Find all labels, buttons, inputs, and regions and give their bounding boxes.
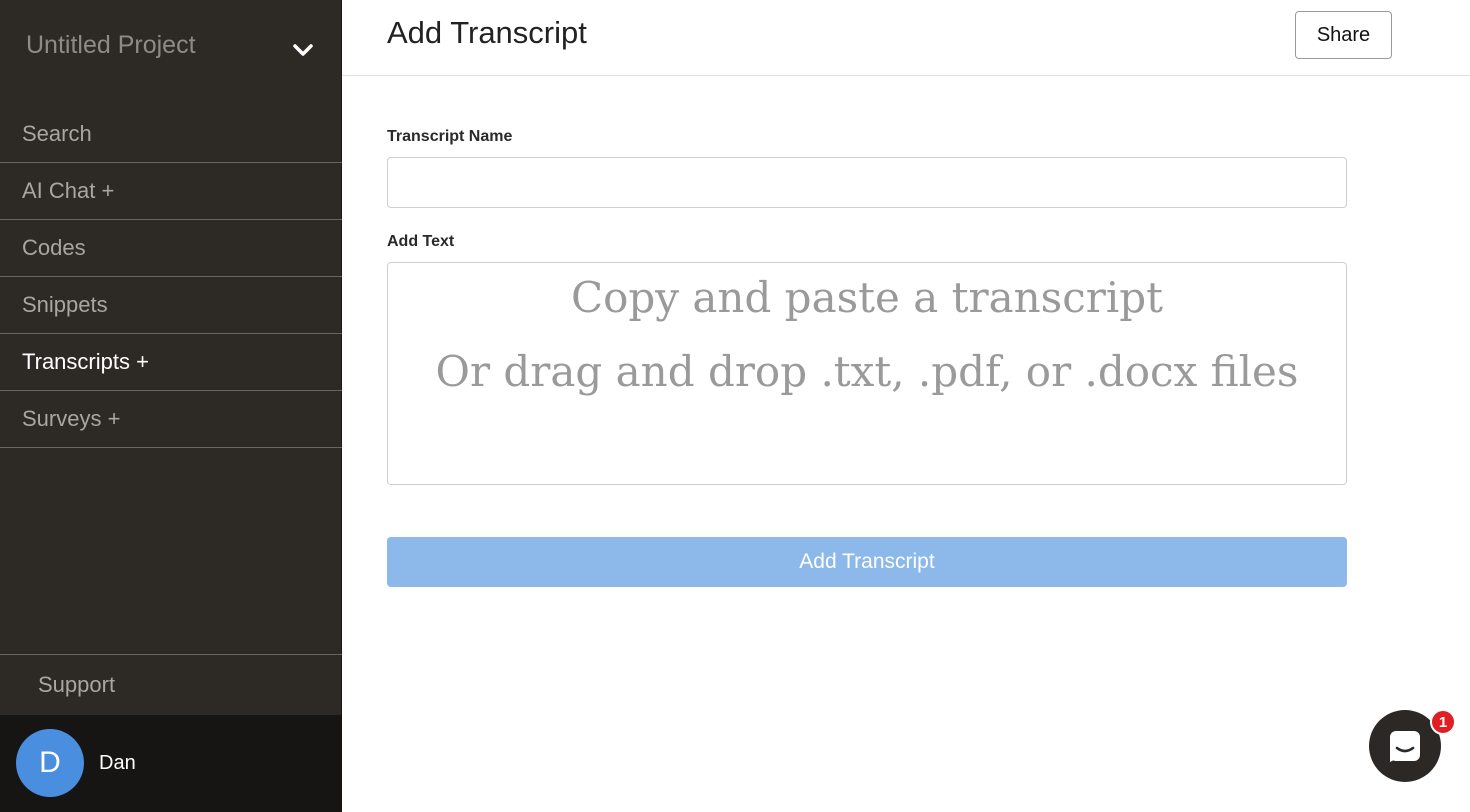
sidebar-item-ai-chat[interactable]: AI Chat + — [0, 163, 342, 220]
sidebar-item-transcripts[interactable]: Transcripts + — [0, 334, 342, 391]
user-name: Dan — [99, 752, 136, 774]
sidebar-item-surveys[interactable]: Surveys + — [0, 391, 342, 448]
user-menu[interactable]: D Dan — [0, 715, 342, 812]
main-content: Add Transcript Share Transcript Name Add… — [342, 0, 1470, 812]
transcript-name-input[interactable] — [387, 157, 1347, 208]
sidebar-item-search[interactable]: Search — [0, 106, 342, 163]
avatar[interactable]: D — [16, 729, 84, 797]
notification-badge: 1 — [1430, 709, 1456, 735]
sidebar-nav: Search AI Chat + Codes Snippets Transcri… — [0, 106, 342, 448]
sidebar-item-label: Surveys + — [22, 406, 121, 431]
app: Untitled Project Search AI Chat + Codes … — [0, 0, 1470, 812]
chevron-down-icon[interactable] — [291, 38, 315, 62]
dropzone-placeholder-line1: Copy and paste a transcript — [570, 273, 1164, 322]
sidebar-item-label: Codes — [22, 235, 86, 260]
support-link[interactable]: Support — [0, 654, 342, 715]
chat-bubble-icon — [1390, 731, 1420, 762]
support-label: Support — [38, 672, 116, 697]
project-selector[interactable]: Untitled Project — [0, 0, 342, 96]
add-text-label: Add Text — [387, 233, 455, 250]
add-transcript-button[interactable]: Add Transcript — [387, 537, 1347, 587]
sidebar: Untitled Project Search AI Chat + Codes … — [0, 0, 342, 812]
page-title: Add Transcript — [387, 15, 587, 50]
sidebar-item-label: Search — [22, 121, 92, 146]
transcript-text-dropzone[interactable]: Copy and paste a transcript Or drag and … — [387, 262, 1347, 485]
dropzone-placeholder-line2: Or drag and drop .txt, .pdf, or .docx fi… — [435, 347, 1299, 396]
project-title: Untitled Project — [26, 31, 196, 59]
page-header: Add Transcript Share — [342, 0, 1470, 76]
sidebar-item-label: Transcripts + — [22, 349, 149, 374]
share-button[interactable]: Share — [1295, 11, 1392, 59]
sidebar-item-codes[interactable]: Codes — [0, 220, 342, 277]
transcript-name-label: Transcript Name — [387, 128, 513, 145]
sidebar-item-snippets[interactable]: Snippets — [0, 277, 342, 334]
sidebar-item-label: AI Chat + — [22, 178, 115, 203]
sidebar-item-label: Snippets — [22, 292, 108, 317]
